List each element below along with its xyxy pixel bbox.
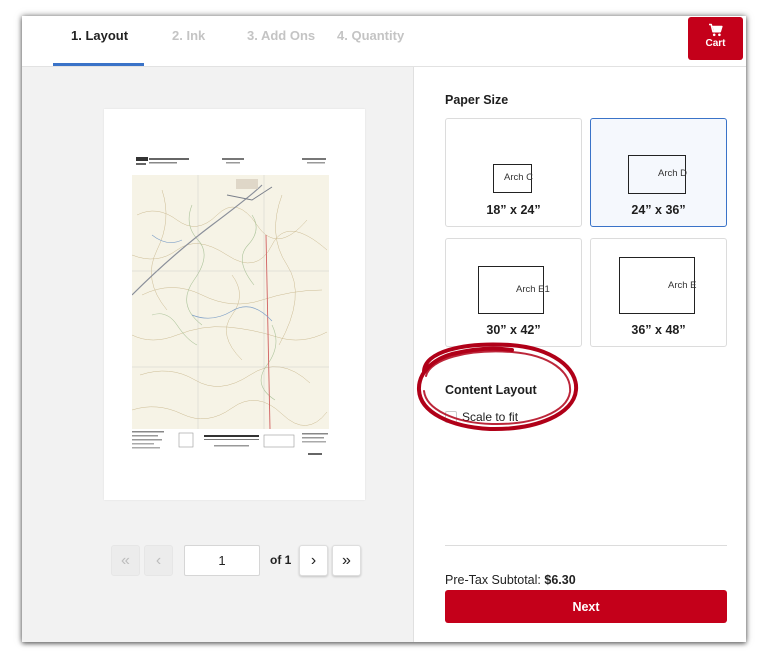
first-page-button[interactable]: « (111, 545, 140, 576)
paper-size-option-arch-e1[interactable]: Arch E1 30” x 42” (445, 238, 582, 347)
options-panel: Paper Size Arch C 18” x 24” Arch D 24” x… (414, 67, 746, 642)
app-window: 1. Layout 2. Ink 3. Add Ons 4. Quantity … (22, 16, 746, 642)
cart-icon (708, 23, 723, 37)
map-linework (131, 175, 329, 430)
map-header-marginalia (136, 157, 326, 165)
subtotal-value: $6.30 (544, 573, 576, 587)
cart-button[interactable]: Cart (688, 17, 743, 60)
scale-to-fit-label[interactable]: Scale to fit (462, 410, 518, 424)
content-layout-heading: Content Layout (445, 383, 537, 397)
tab-ink[interactable]: 2. Ink (172, 28, 205, 48)
subtotal-label: Pre-Tax Subtotal: (445, 573, 541, 587)
last-page-button[interactable]: » (332, 545, 361, 576)
next-page-button[interactable]: › (299, 545, 328, 576)
topographic-map (131, 175, 329, 430)
tab-quantity[interactable]: 4. Quantity (337, 28, 404, 48)
map-footer-marginalia (132, 431, 328, 455)
paper-preview (104, 109, 365, 500)
tab-add-ons[interactable]: 3. Add Ons (247, 28, 315, 48)
paper-size-option-arch-c[interactable]: Arch C 18” x 24” (445, 118, 582, 227)
size-name: Arch E1 (516, 284, 550, 295)
size-name: Arch D (658, 168, 688, 179)
size-dimensions: 18” x 24” (486, 203, 541, 217)
size-name: Arch E (668, 280, 697, 291)
page-number-input[interactable] (184, 545, 260, 576)
active-tab-indicator (53, 63, 144, 66)
next-button[interactable]: Next (445, 590, 727, 623)
size-dimensions: 30” x 42” (486, 323, 541, 337)
size-name: Arch C (504, 172, 534, 183)
paper-size-option-arch-e[interactable]: Arch E 36” x 48” (590, 238, 727, 347)
scale-to-fit-checkbox[interactable] (445, 411, 457, 423)
paper-size-heading: Paper Size (445, 93, 509, 107)
tab-layout[interactable]: 1. Layout (71, 28, 128, 48)
size-dimensions: 24” x 36” (631, 203, 686, 217)
paper-size-option-arch-d[interactable]: Arch D 24” x 36” (590, 118, 727, 227)
page-count-label: of 1 (270, 553, 292, 567)
step-tabs-bar: 1. Layout 2. Ink 3. Add Ons 4. Quantity … (22, 16, 746, 67)
divider (445, 545, 727, 546)
pre-tax-subtotal: Pre-Tax Subtotal: $6.30 (445, 573, 576, 587)
cart-label: Cart (705, 38, 726, 49)
preview-panel: « ‹ of 1 › » (22, 67, 414, 642)
size-dimensions: 36” x 48” (631, 323, 686, 337)
previous-page-button[interactable]: ‹ (144, 545, 173, 576)
